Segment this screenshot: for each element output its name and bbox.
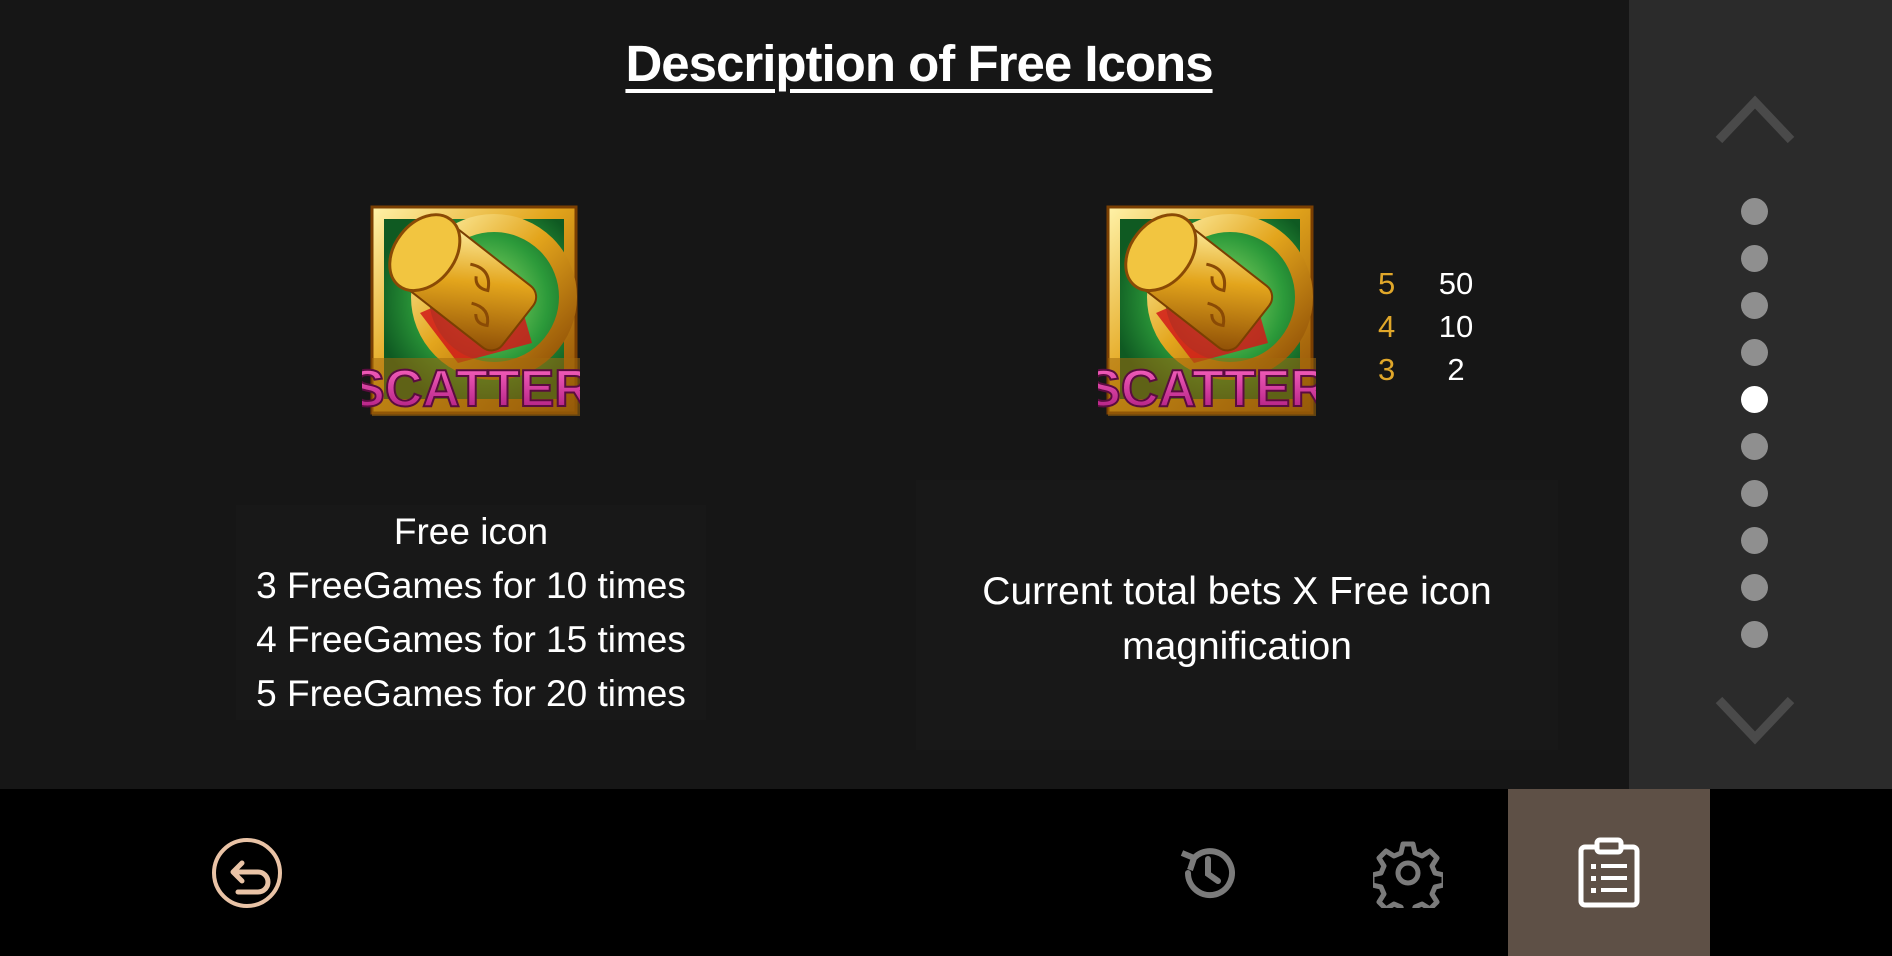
history-icon	[1180, 847, 1235, 898]
rules-button[interactable]	[1508, 789, 1710, 956]
page-dot[interactable]	[1741, 292, 1768, 319]
page-scroller	[1629, 0, 1892, 789]
scatter-paytable: 5 50 4 10 3 2	[1378, 262, 1484, 391]
page-dot[interactable]	[1741, 198, 1768, 225]
description-line: 4 FreeGames for 15 times	[256, 619, 686, 660]
history-button[interactable]	[1108, 789, 1308, 956]
page-dot[interactable]	[1741, 527, 1768, 554]
page-dot[interactable]	[1741, 433, 1768, 460]
bottom-toolbar	[0, 789, 1892, 956]
paytable-row: 5 50	[1378, 262, 1484, 305]
clipboard-icon	[1578, 837, 1640, 907]
description-line: magnification	[1122, 625, 1352, 668]
scatter-label: SCATTER	[362, 360, 580, 418]
page-dot[interactable]	[1741, 245, 1768, 272]
page-dot[interactable]	[1741, 574, 1768, 601]
chevron-down-icon[interactable]	[1713, 692, 1797, 748]
page-dot[interactable]	[1741, 480, 1768, 507]
description-line: 5 FreeGames for 20 times	[256, 673, 686, 714]
scatter-symbol-icon: SCATTER	[362, 193, 580, 419]
page-dot[interactable]	[1741, 621, 1768, 648]
paytable-row: 4 10	[1378, 305, 1484, 348]
pay-count: 3	[1378, 352, 1396, 387]
rules-content: Description of Free Icons SCATTER SCATTE…	[0, 0, 1629, 789]
pay-value: 10	[1438, 309, 1474, 344]
description-line: Current total bets X Free icon	[982, 570, 1492, 613]
pay-value: 50	[1438, 266, 1474, 301]
pay-count: 4	[1378, 309, 1396, 344]
free-icon-description: Free icon 3 FreeGames for 10 times 4 Fre…	[236, 505, 706, 720]
description-line: Free icon	[393, 511, 549, 552]
chevron-up-icon[interactable]	[1713, 92, 1797, 148]
description-line: 3 FreeGames for 10 times	[256, 565, 686, 606]
scatter-label: SCATTER	[1098, 360, 1316, 418]
paytable-row: 3 2	[1378, 348, 1484, 391]
back-arrow-icon	[212, 837, 282, 908]
back-button[interactable]	[147, 789, 347, 956]
paytable-screen: Description of Free Icons SCATTER SCATTE…	[0, 0, 1892, 956]
gear-icon	[1373, 841, 1443, 908]
pay-value: 2	[1447, 352, 1465, 387]
pay-count: 5	[1378, 266, 1396, 301]
payout-description: Current total bets X Free icon magnifica…	[916, 480, 1558, 750]
page-title: Description of Free Icons	[625, 35, 1213, 92]
page-dot[interactable]	[1741, 339, 1768, 366]
scatter-symbol-icon: SCATTER	[1098, 193, 1316, 419]
page-indicator	[1741, 198, 1769, 668]
page-dot-active[interactable]	[1741, 386, 1768, 413]
settings-button[interactable]	[1308, 789, 1508, 956]
